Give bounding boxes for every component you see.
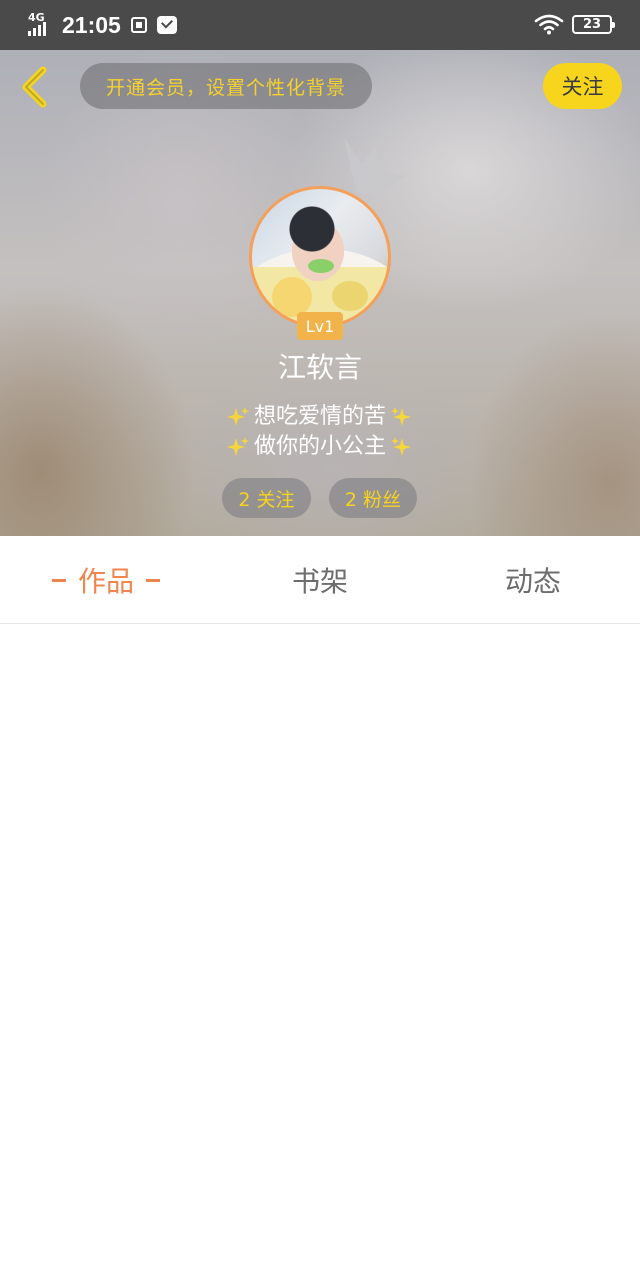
fans-count-button[interactable]: 2 粉丝 — [329, 478, 417, 518]
sparkle-icon — [226, 437, 249, 456]
works-content-area — [0, 625, 640, 1276]
profile-header: 开通会员，设置个性化背景 关注 Lv1 江软言 想吃爱情的苦 做你的小公主 2 … — [0, 50, 640, 536]
bio-line-2: 做你的小公主 — [0, 432, 640, 462]
tab-works[interactable]: 作品 — [30, 536, 182, 624]
avatar[interactable] — [249, 186, 391, 328]
username: 江软言 — [277, 351, 362, 384]
status-left: 4G 21:05 — [28, 10, 177, 40]
bio-text-1: 想吃爱情的苦 — [253, 404, 386, 429]
battery-icon: 23 — [572, 14, 615, 34]
sparkle-icon — [226, 407, 249, 426]
status-bar: 4G 21:05 23 — [0, 0, 640, 50]
sparkle-icon — [391, 407, 411, 426]
chevron-left-icon — [22, 66, 47, 108]
clock: 21:05 — [62, 11, 121, 38]
tab-indicator-right — [146, 578, 160, 582]
tab-feed-label: 动态 — [504, 565, 561, 598]
wifi-icon — [534, 14, 564, 35]
bio-line-1: 想吃爱情的苦 — [0, 402, 640, 432]
back-button[interactable] — [16, 64, 56, 110]
tab-bookshelf[interactable]: 书架 — [250, 536, 390, 624]
signal-icon: 4G — [28, 12, 56, 38]
screenshot-icon — [130, 17, 147, 33]
level-badge: Lv1 — [297, 312, 343, 340]
battery-level: 23 — [582, 16, 602, 32]
status-right: 23 — [534, 13, 615, 35]
tab-works-label: 作品 — [77, 565, 134, 598]
message-icon — [156, 16, 177, 34]
tab-indicator-left — [51, 578, 66, 582]
bio-text-2: 做你的小公主 — [253, 434, 386, 459]
tab-feed[interactable]: 动态 — [463, 536, 603, 624]
profile-tabs: 作品 书架 动态 — [0, 536, 640, 624]
follow-button[interactable]: 关注 — [543, 63, 622, 109]
sparkle-icon — [391, 437, 411, 456]
vip-banner[interactable]: 开通会员，设置个性化背景 — [80, 63, 372, 109]
follows-count-button[interactable]: 2 关注 — [222, 478, 311, 518]
tab-bookshelf-label: 书架 — [291, 565, 348, 598]
